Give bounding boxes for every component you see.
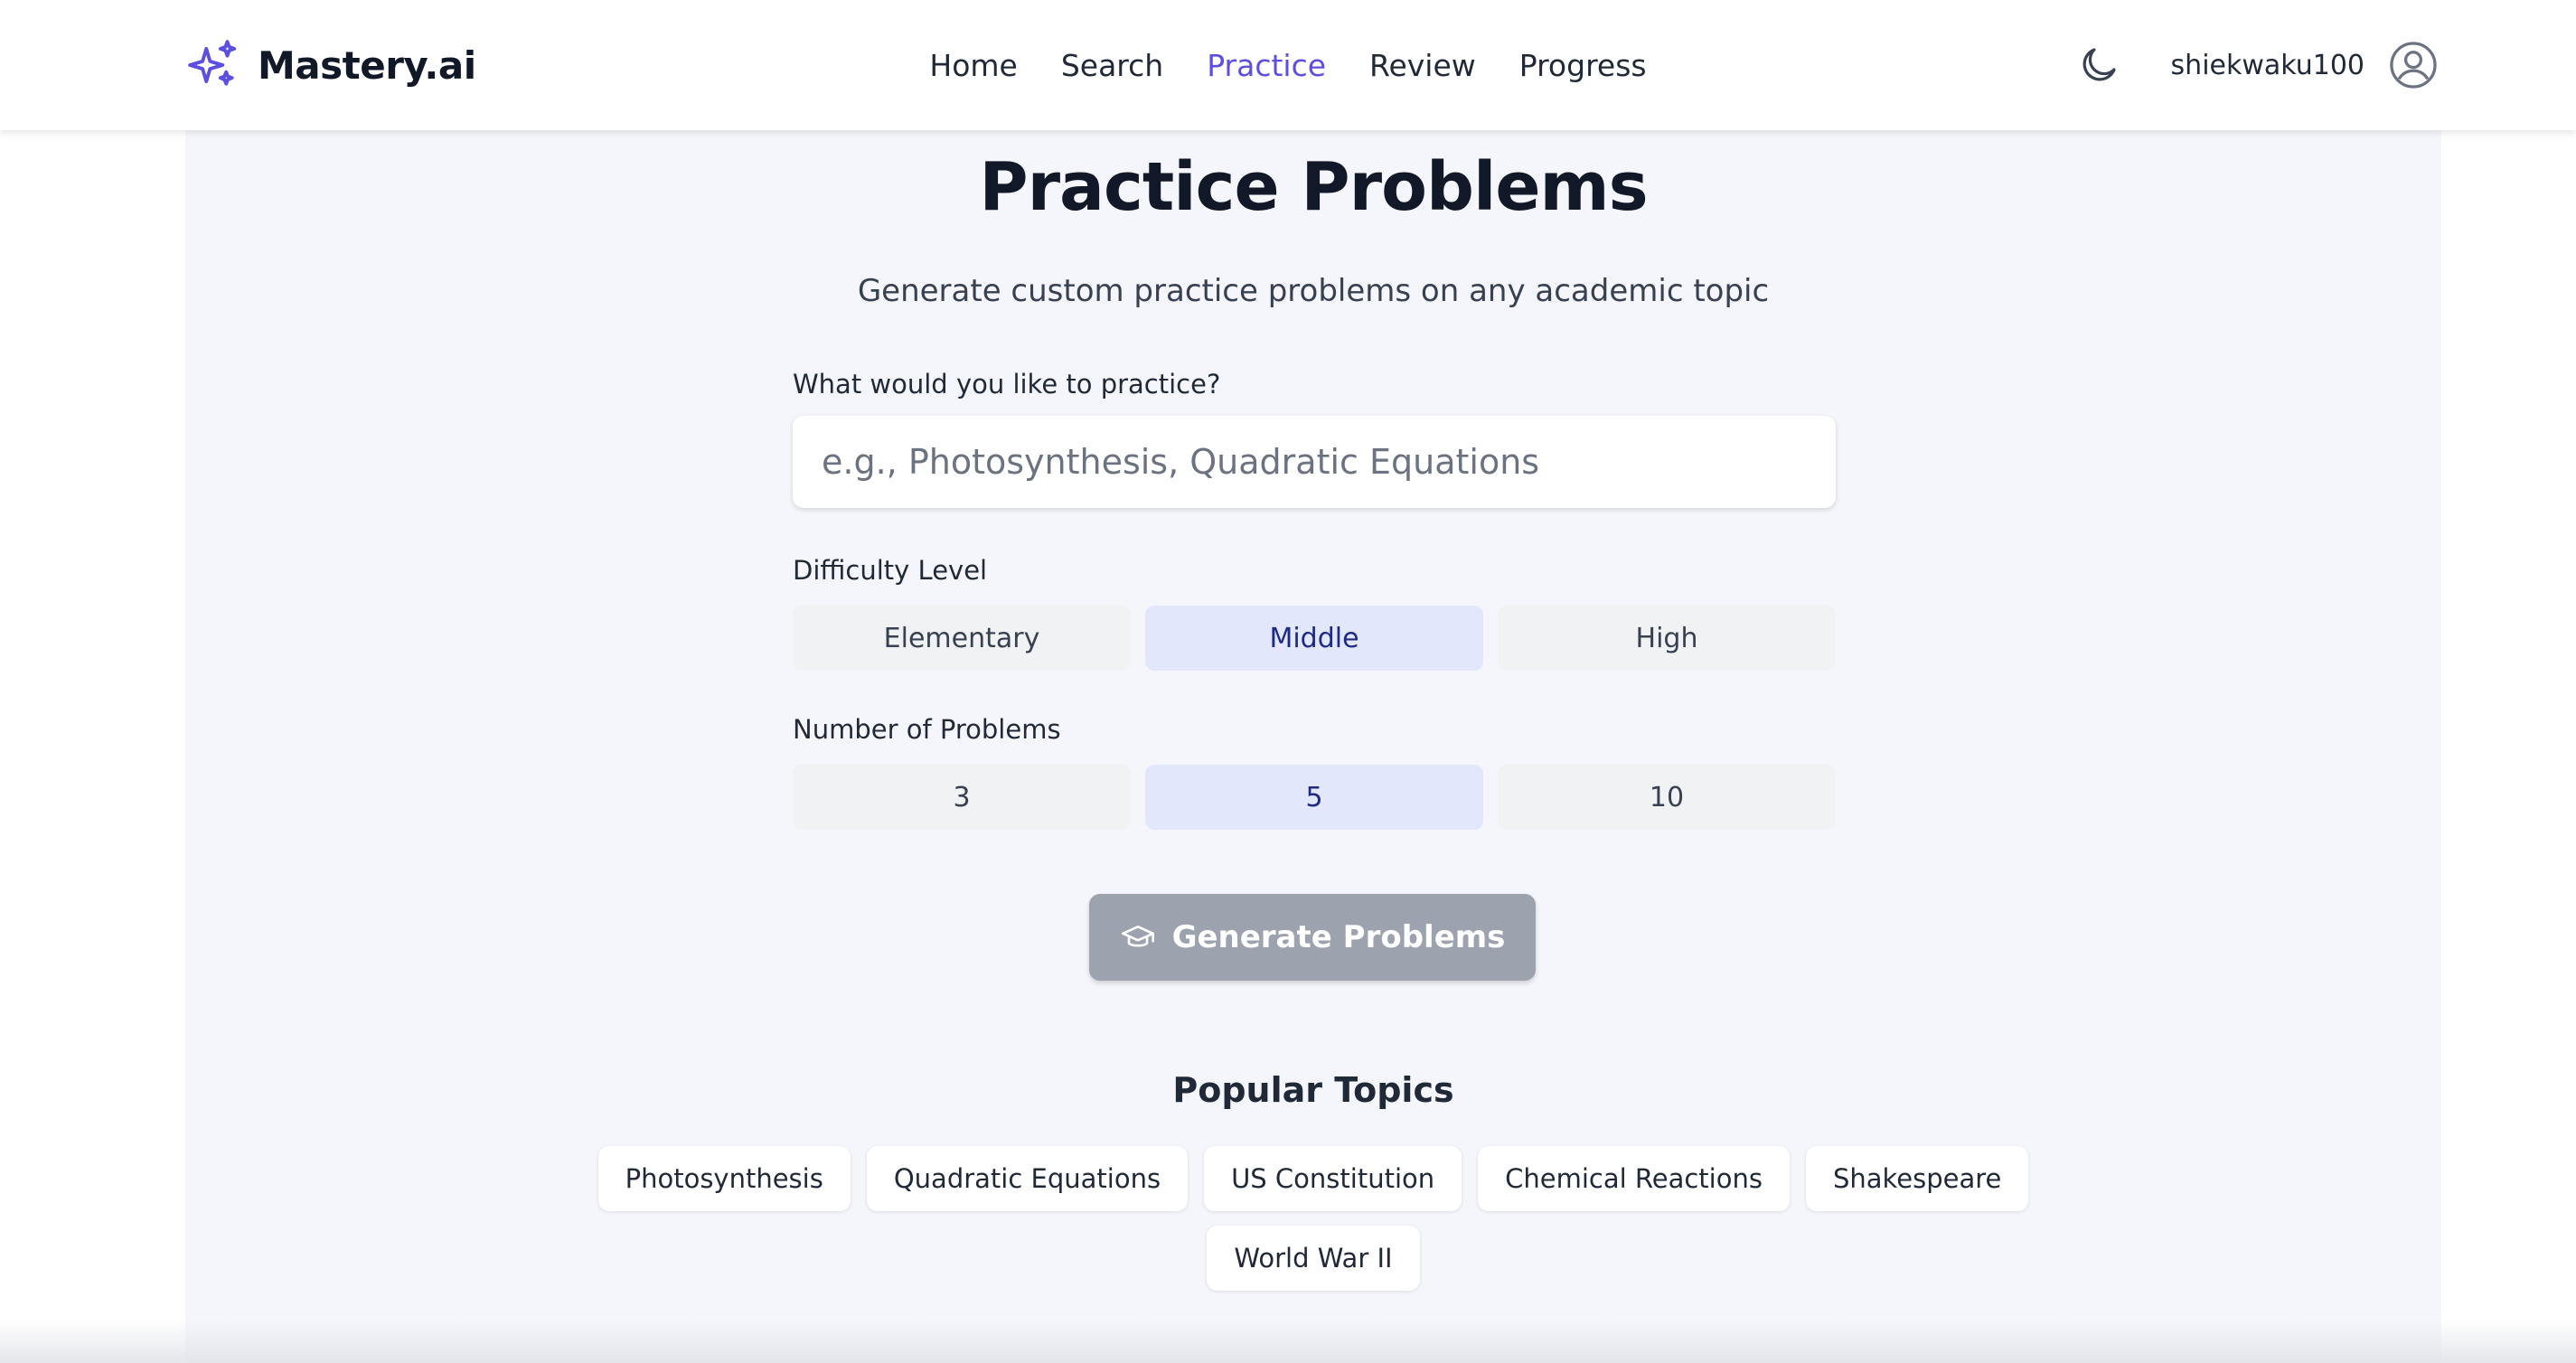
popular-topics-list-row-2: World War II [185, 1226, 2441, 1291]
difficulty-group: Difficulty Level Elementary Middle High [793, 555, 1836, 671]
topic-chip[interactable]: World War II [1207, 1226, 1420, 1291]
nav-progress[interactable]: Progress [1519, 48, 1647, 83]
practice-panel: Practice Problems Generate custom practi… [185, 130, 2441, 1363]
page-subtitle: Generate custom practice problems on any… [857, 273, 1770, 309]
topic-label: What would you like to practice? [793, 369, 1221, 400]
count-option-5[interactable]: 5 [1145, 765, 1483, 830]
topic-chip[interactable]: Photosynthesis [597, 1146, 851, 1211]
topic-chip[interactable]: US Constitution [1204, 1146, 1462, 1211]
topic-chip[interactable]: Shakespeare [1805, 1146, 2029, 1211]
nav-review[interactable]: Review [1369, 48, 1476, 83]
generate-button-label: Generate Problems [1171, 919, 1506, 955]
nav-home[interactable]: Home [929, 48, 1017, 83]
practice-form: What would you like to practice? Difficu… [793, 369, 1836, 830]
difficulty-selector: Elementary Middle High [793, 606, 1836, 671]
topic-chip[interactable]: Quadratic Equations [866, 1146, 1189, 1211]
popular-topics-list: Photosynthesis Quadratic Equations US Co… [185, 1146, 2441, 1211]
count-option-10[interactable]: 10 [1498, 765, 1836, 830]
nav-practice[interactable]: Practice [1207, 48, 1326, 83]
user-circle-icon[interactable] [2388, 40, 2439, 90]
problem-count-selector: 3 5 10 [793, 765, 1836, 830]
problem-count-label: Number of Problems [793, 714, 1061, 745]
graduation-cap-icon [1121, 925, 1154, 947]
difficulty-option-elementary[interactable]: Elementary [793, 606, 1131, 671]
topic-input[interactable] [793, 416, 1836, 508]
brand-logo[interactable]: Mastery.ai [185, 36, 476, 94]
brand-name: Mastery.ai [258, 42, 476, 88]
difficulty-label: Difficulty Level [793, 555, 988, 586]
nav-user-area: shiekwaku100 [2077, 36, 2439, 94]
moon-icon[interactable] [2077, 43, 2120, 87]
popular-topics-title: Popular Topics [1172, 1070, 1454, 1110]
page-title: Practice Problems [979, 148, 1648, 226]
difficulty-option-high[interactable]: High [1498, 606, 1836, 671]
problem-count-group: Number of Problems 3 5 10 [793, 714, 1836, 830]
count-option-3[interactable]: 3 [793, 765, 1131, 830]
top-navbar: Mastery.ai Home Search Practice Review P… [0, 0, 2576, 130]
topic-chip[interactable]: Chemical Reactions [1478, 1146, 1790, 1211]
nav-search[interactable]: Search [1061, 48, 1163, 83]
sparkles-icon [188, 40, 237, 86]
username[interactable]: shiekwaku100 [2171, 50, 2364, 81]
difficulty-option-middle[interactable]: Middle [1145, 606, 1483, 671]
bottom-shadow [0, 1320, 2576, 1363]
generate-problems-button[interactable]: Generate Problems [1089, 894, 1536, 981]
